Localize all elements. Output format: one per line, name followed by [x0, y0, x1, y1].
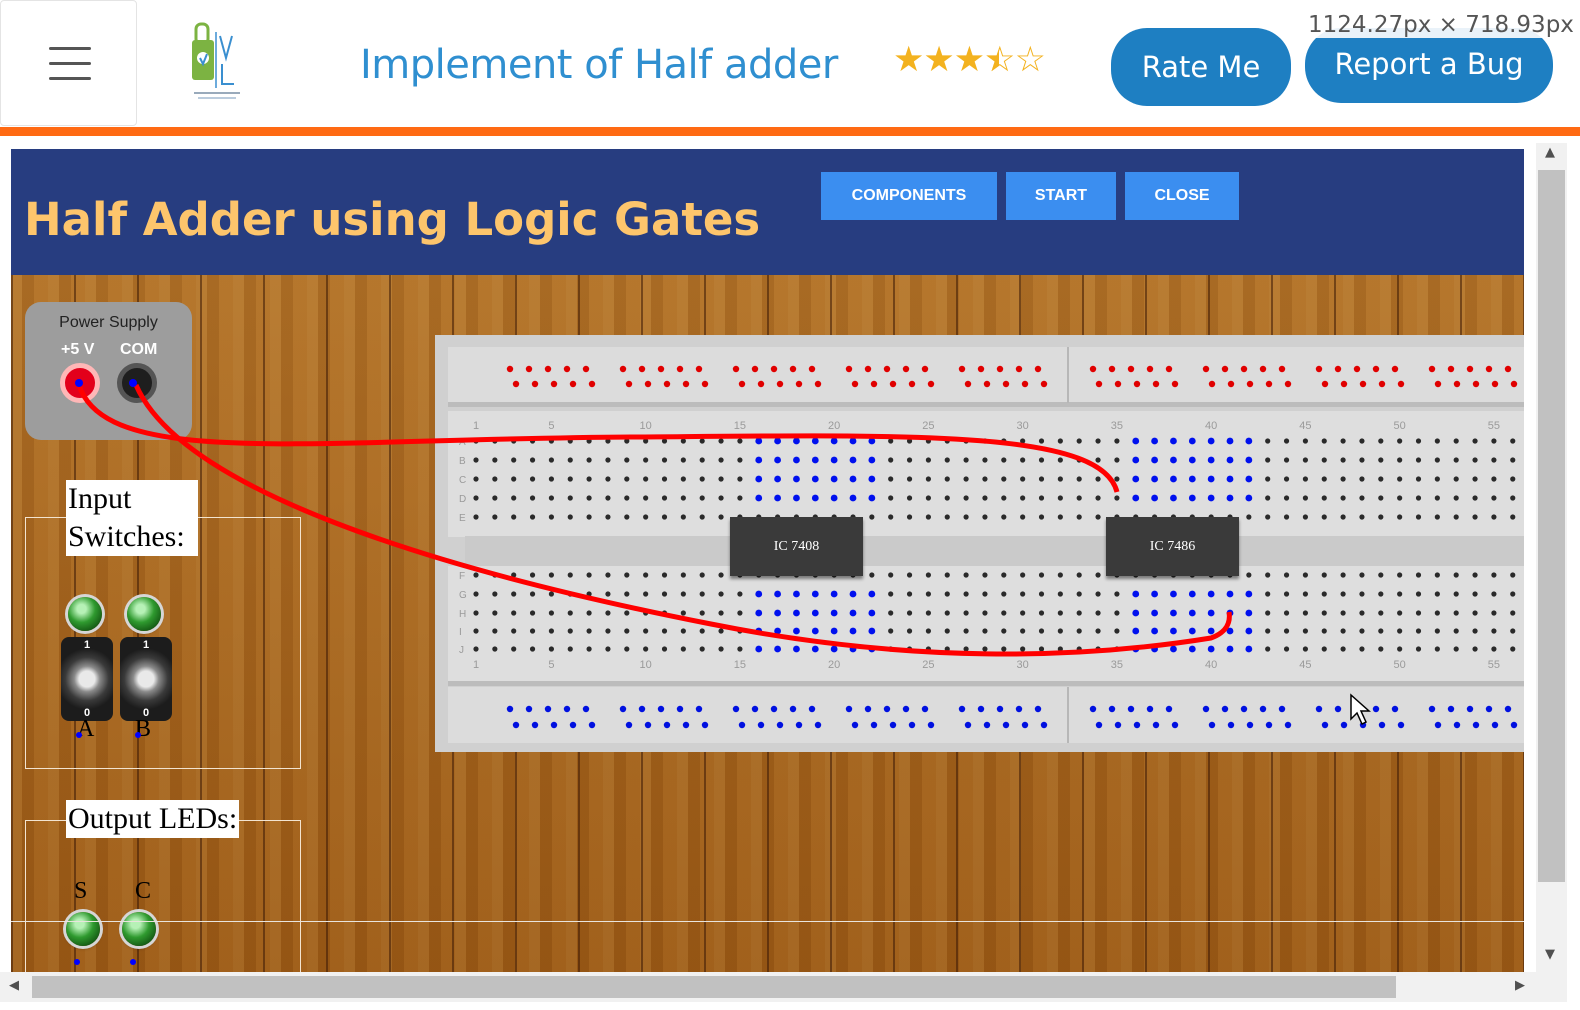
wire-layer — [75, 379, 1232, 657]
hamburger-menu-button[interactable] — [0, 0, 137, 126]
star-rating[interactable]: ★★★☆☆ — [893, 40, 1046, 80]
wire-com[interactable] — [133, 384, 1232, 657]
mouse-cursor-icon — [1350, 693, 1371, 726]
scroll-left-arrow-icon[interactable]: ◀ — [9, 978, 19, 993]
scroll-right-arrow-icon[interactable]: ▶ — [1515, 978, 1525, 993]
star-full-icon[interactable]: ★ — [923, 40, 954, 80]
menu-line — [49, 77, 91, 80]
simulator-frame: Half Adder using Logic Gates COMPONENTS … — [11, 149, 1524, 972]
wire-end — [75, 379, 83, 387]
star-half-icon[interactable]: ☆ — [984, 40, 1015, 80]
header-accent-bar — [0, 127, 1580, 136]
scroll-down-arrow-icon[interactable]: ▼ — [1545, 947, 1555, 962]
vertical-scroll-thumb[interactable] — [1538, 170, 1565, 882]
virtual-labs-logo[interactable] — [190, 18, 244, 104]
report-bug-button[interactable]: Report a Bug — [1305, 28, 1553, 103]
horizontal-scroll-thumb[interactable] — [32, 976, 1396, 998]
dimension-tooltip: 1124.27px × 718.93px — [1304, 12, 1578, 38]
scroll-up-arrow-icon[interactable]: ▲ — [1545, 145, 1555, 160]
star-empty-icon[interactable]: ☆ — [1015, 40, 1046, 80]
menu-line — [49, 47, 91, 50]
rate-me-button[interactable]: Rate Me — [1111, 28, 1291, 106]
page-title: Implement of Half adder — [360, 42, 838, 88]
menu-line — [49, 62, 91, 65]
star-full-icon[interactable]: ★ — [893, 40, 924, 80]
divider-line — [11, 921, 1524, 922]
wire-end — [129, 379, 137, 387]
star-full-icon[interactable]: ★ — [954, 40, 985, 80]
app-header: Implement of Half adder ★★★☆☆ Rate Me Re… — [0, 0, 1580, 128]
